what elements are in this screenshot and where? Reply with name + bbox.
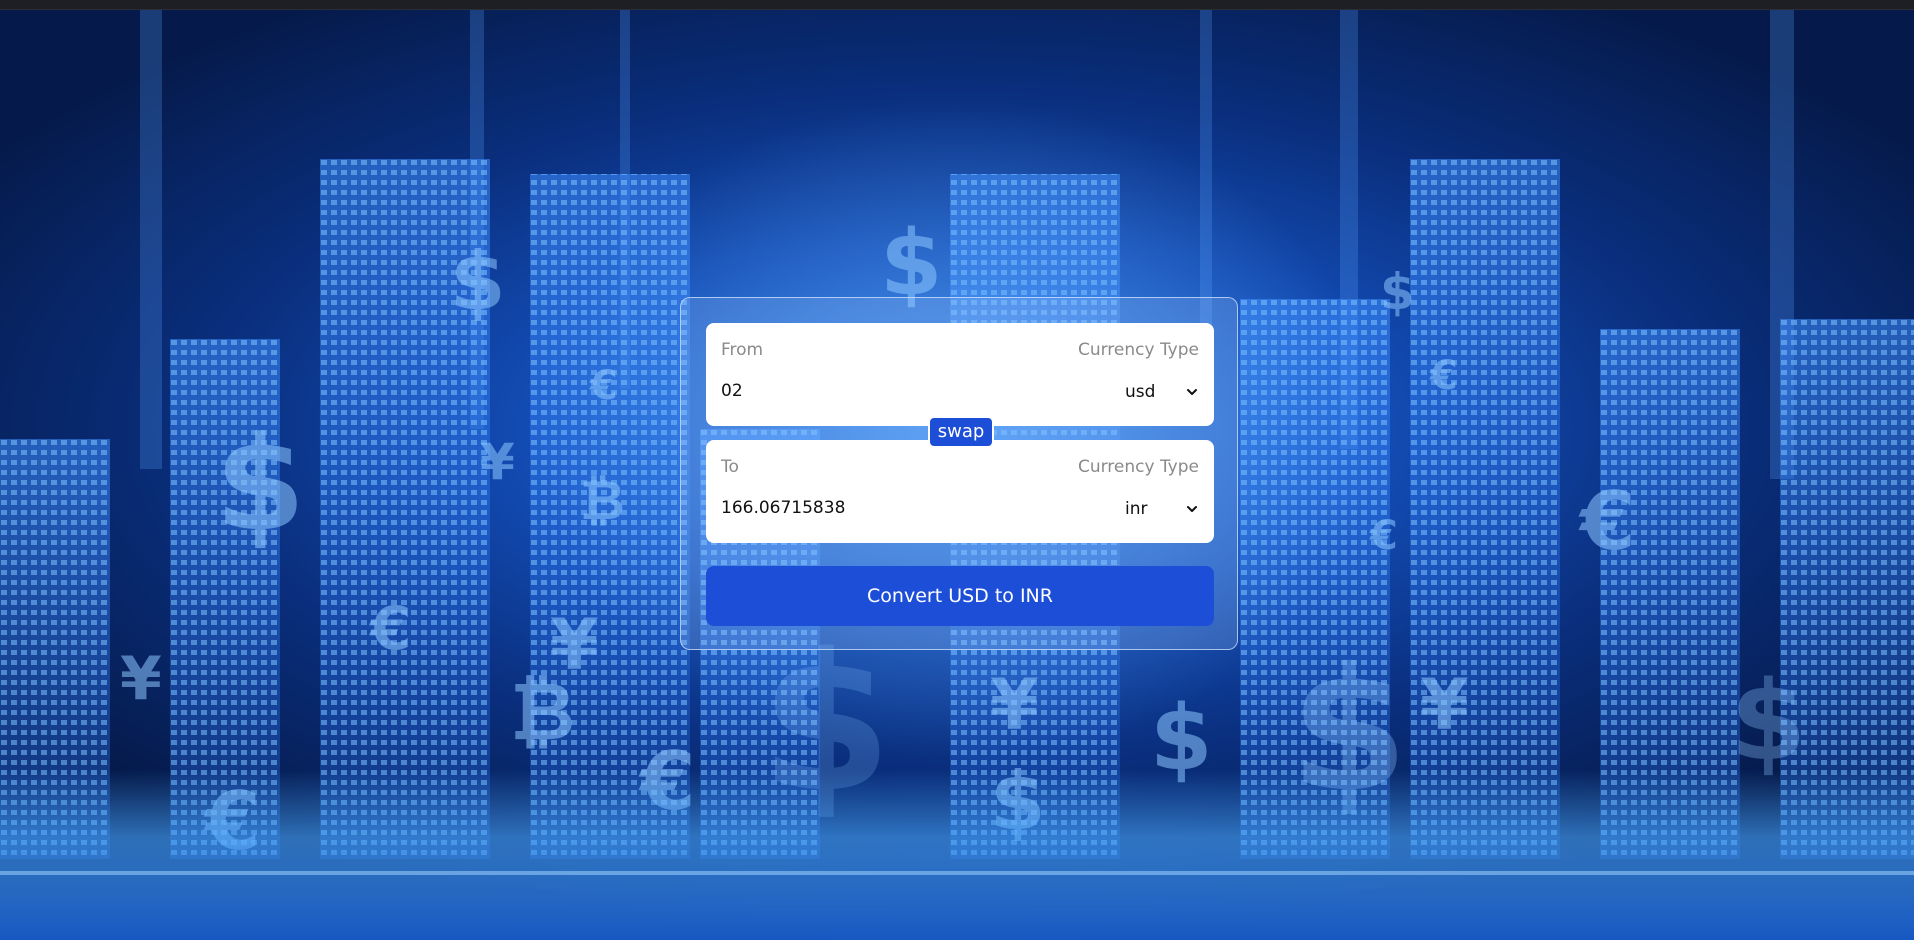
- from-currency-value: usd: [1125, 382, 1156, 402]
- to-panel: To Currency Type inr: [706, 440, 1214, 543]
- to-currency-value: inr: [1125, 499, 1148, 519]
- chevron-down-icon: [1187, 506, 1197, 512]
- from-panel: From Currency Type usd: [706, 323, 1214, 426]
- to-currency-type-label: Currency Type: [1077, 457, 1199, 477]
- to-amount-input[interactable]: [721, 496, 1021, 520]
- chevron-down-icon: [1187, 389, 1197, 395]
- svg-text:₿: ₿: [580, 468, 625, 532]
- from-amount-input[interactable]: [721, 379, 1021, 403]
- svg-text:$: $: [1380, 263, 1415, 321]
- svg-text:¥: ¥: [480, 433, 515, 491]
- svg-text:$: $: [215, 408, 305, 560]
- svg-text:€: €: [589, 363, 618, 409]
- svg-text:€: €: [1429, 353, 1458, 399]
- svg-text:€: €: [368, 594, 412, 664]
- to-label: To: [721, 457, 739, 477]
- svg-text:¥: ¥: [1420, 664, 1469, 746]
- convert-button[interactable]: Convert USD to INR: [706, 566, 1214, 626]
- from-currency-type-label: Currency Type: [1077, 340, 1199, 360]
- svg-text:$: $: [450, 235, 506, 328]
- from-label: From: [721, 340, 764, 360]
- svg-text:₿: ₿: [510, 665, 575, 758]
- swap-button[interactable]: swap: [928, 416, 994, 448]
- svg-text:¥: ¥: [990, 664, 1039, 746]
- svg-text:€: €: [1369, 513, 1398, 559]
- svg-text:€: €: [1578, 475, 1636, 568]
- svg-text:¥: ¥: [120, 644, 162, 714]
- to-currency-select[interactable]: inr: [1109, 499, 1199, 523]
- from-currency-select[interactable]: usd: [1109, 382, 1199, 406]
- converter-card: From Currency Type usd swap To Currency …: [680, 297, 1238, 650]
- svg-text:$: $: [1730, 657, 1807, 785]
- browser-top-strip: [0, 0, 1914, 10]
